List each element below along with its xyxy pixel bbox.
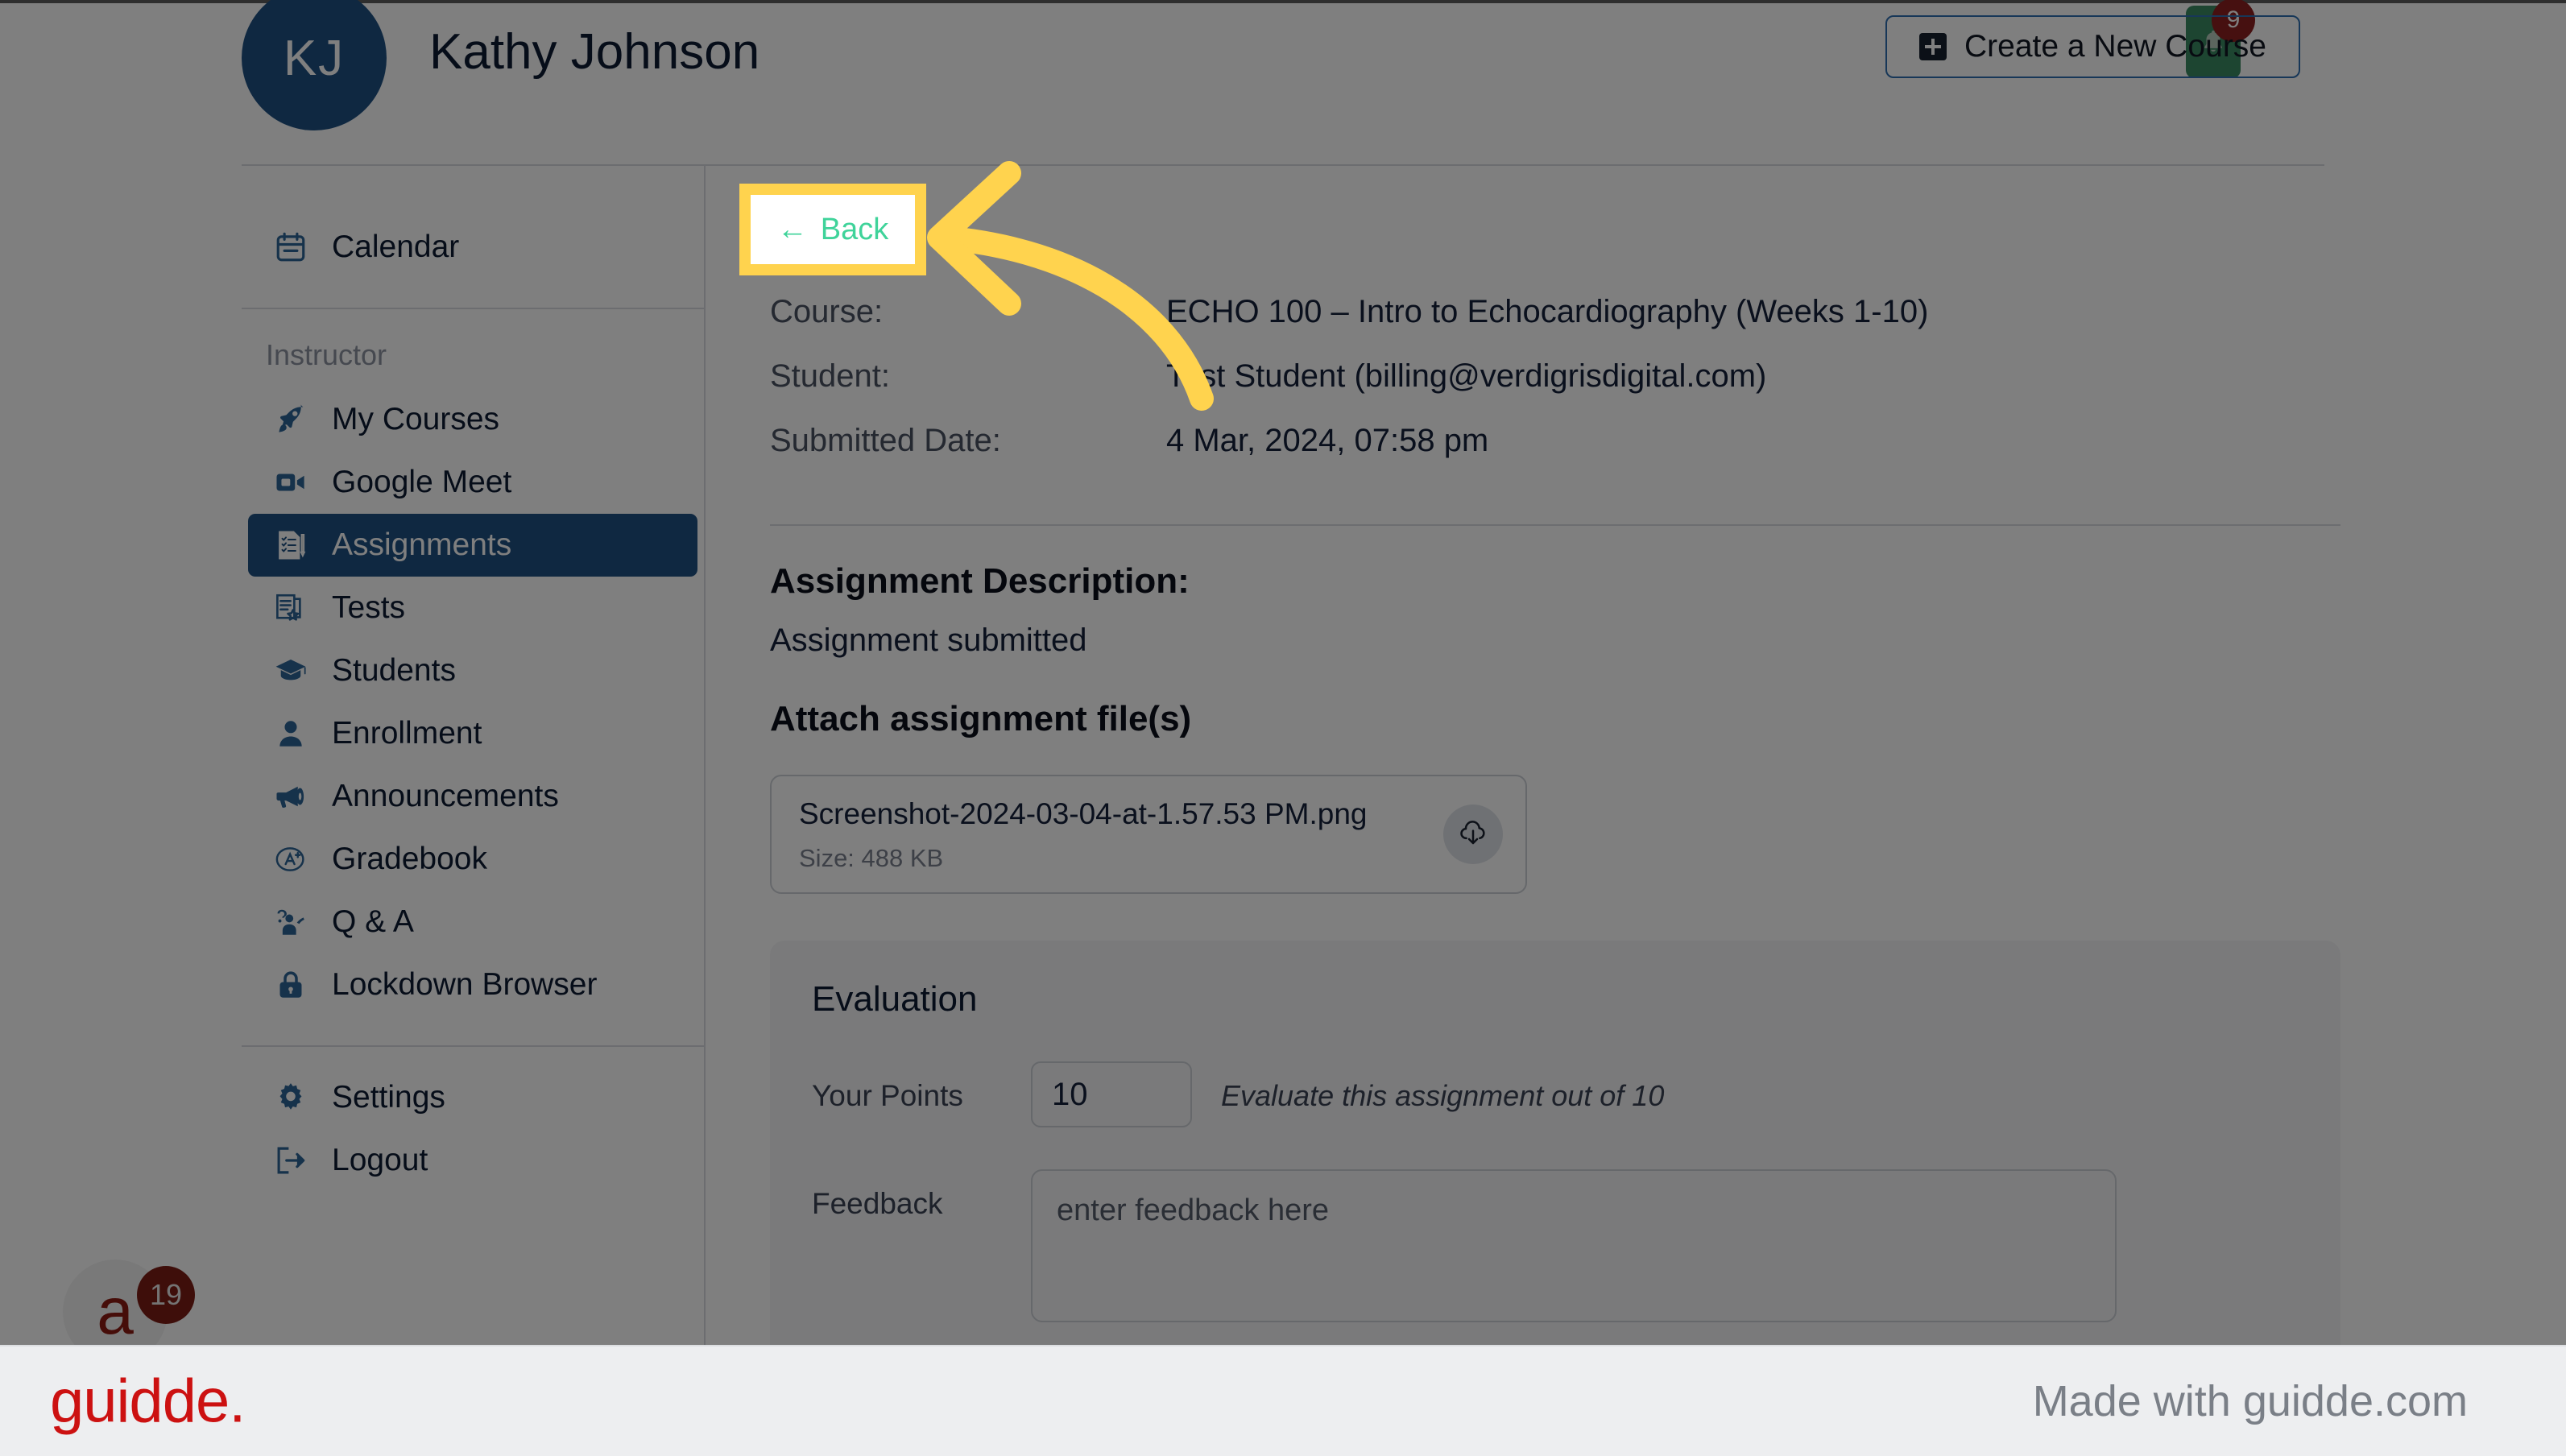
meta-label: Student: (770, 358, 891, 394)
logout-arrow-icon (272, 1142, 309, 1179)
points-hint: Evaluate this assignment out of 10 (1221, 1079, 1665, 1112)
gear-icon (272, 1079, 309, 1116)
your-points-label: Your Points (812, 1079, 963, 1112)
meta-row-course: Course: ECHO 100 – Intro to Echocardiogr… (770, 294, 2340, 358)
plus-square-icon (1919, 33, 1947, 60)
raised-hand-question-icon (272, 904, 309, 941)
sidebar-item-label: Settings (332, 1080, 445, 1115)
sidebar-item-gradebook[interactable]: Gradebook (248, 828, 697, 891)
a-plus-grade-icon (272, 841, 309, 878)
sidebar-group-label: Instructor (266, 338, 387, 371)
content-divider (770, 524, 2340, 526)
meta-label: Submitted Date: (770, 423, 1001, 458)
sidebar-item-q-and-a[interactable]: Q & A (248, 891, 697, 953)
rocket-icon (272, 401, 309, 438)
sidebar-divider-top (242, 308, 704, 309)
video-camera-icon (272, 464, 309, 501)
feedback-label: Feedback (812, 1187, 943, 1220)
app-header: KJ Kathy Johnson 9 Create a New Course (0, 0, 2566, 164)
meta-value: 4 Mar, 2024, 07:58 pm (1166, 423, 1489, 458)
create-new-course-button[interactable]: Create a New Course (1885, 15, 2300, 78)
evaluation-points-row: Your Points Evaluate this assignment out… (812, 1061, 2299, 1127)
sidebar-item-assignments[interactable]: Assignments (248, 514, 697, 577)
sidebar-item-students[interactable]: Students (248, 639, 697, 702)
meta-row-student: Student: Test Student (billing@verdigris… (770, 358, 2340, 423)
sidebar-item-settings[interactable]: Settings (248, 1066, 697, 1129)
lock-icon (272, 966, 309, 1003)
sidebar-item-label: Q & A (332, 904, 414, 939)
sidebar-item-label: Calendar (332, 230, 460, 264)
guidde-logo: guidde. (50, 1367, 246, 1436)
file-size: Size: 488 KB (799, 844, 944, 872)
submission-meta: Course: ECHO 100 – Intro to Echocardiogr… (770, 294, 2340, 487)
evaluation-title: Evaluation (812, 979, 978, 1019)
create-course-label: Create a New Course (1964, 29, 2266, 64)
assignment-description-text: Assignment submitted (770, 623, 1087, 658)
sidebar-item-enrollment[interactable]: Enrollment (248, 702, 697, 765)
guidde-footer-bar: guidde. Made with guidde.com (0, 1345, 2566, 1456)
app-surface: KJ Kathy Johnson 9 Create a New Course C… (0, 0, 2566, 1364)
sidebar-item-label: Gradebook (332, 842, 487, 876)
sidebar-item-logout[interactable]: Logout (248, 1129, 697, 1192)
megaphone-icon (272, 778, 309, 815)
test-paper-star-icon (272, 589, 309, 627)
sidebar-item-label: My Courses (332, 402, 500, 436)
sidebar-item-label: Students (332, 653, 456, 688)
sidebar-item-google-meet[interactable]: Google Meet (248, 451, 697, 514)
evaluation-card: Evaluation Your Points Evaluate this ass… (770, 941, 2340, 1361)
main-content: ← Back Course: ECHO 100 – Intro to Echoc… (707, 166, 2566, 1361)
download-file-button[interactable] (1443, 805, 1503, 864)
meta-value: Test Student (billing@verdigrisdigital.c… (1166, 358, 1767, 394)
file-name: Screenshot-2024-03-04-at-1.57.53 PM.png (799, 797, 1368, 830)
avatar[interactable]: KJ (242, 0, 387, 130)
cloud-download-icon (1457, 817, 1489, 852)
sidebar-item-label: Logout (332, 1143, 428, 1177)
evaluation-feedback-row: Feedback (812, 1169, 2299, 1322)
meta-value: ECHO 100 – Intro to Echocardiography (We… (1166, 294, 1929, 329)
page-title: Kathy Johnson (429, 24, 760, 80)
graduation-cap-icon (272, 652, 309, 689)
sidebar-item-my-courses[interactable]: My Courses (248, 388, 697, 451)
sidebar-item-label: Announcements (332, 779, 559, 813)
sidebar-item-label: Enrollment (332, 716, 482, 751)
sidebar-item-label: Google Meet (332, 465, 512, 499)
assignment-description-title: Assignment Description: (770, 561, 1190, 601)
made-with-guidde-text: Made with guidde.com (2032, 1377, 2468, 1425)
sidebar-item-label: Lockdown Browser (332, 967, 598, 1002)
checklist-document-icon (272, 527, 309, 564)
sidebar-item-calendar[interactable]: Calendar (248, 216, 697, 279)
person-icon (272, 715, 309, 752)
sidebar: Calendar Instructor My Courses Google Me… (242, 166, 706, 1348)
attached-file-card[interactable]: Screenshot-2024-03-04-at-1.57.53 PM.png … (770, 775, 1527, 894)
back-label: Back (841, 214, 913, 250)
back-button[interactable]: ← Back (770, 203, 933, 262)
sidebar-item-tests[interactable]: Tests (248, 577, 697, 639)
body-wrap: Calendar Instructor My Courses Google Me… (0, 164, 2566, 1361)
sidebar-item-announcements[interactable]: Announcements (248, 765, 697, 828)
points-input[interactable] (1031, 1061, 1192, 1127)
feedback-input[interactable] (1031, 1169, 2117, 1322)
arrow-left-icon: ← (791, 214, 823, 250)
meta-label: Course: (770, 294, 884, 329)
chat-widget-badge: 19 (137, 1266, 195, 1324)
sidebar-item-label: Assignments (332, 527, 512, 562)
meta-row-submitted-date: Submitted Date: 4 Mar, 2024, 07:58 pm (770, 423, 2340, 487)
sidebar-item-lockdown-browser[interactable]: Lockdown Browser (248, 953, 697, 1016)
attach-files-title: Attach assignment file(s) (770, 699, 1192, 738)
calendar-icon (272, 229, 309, 266)
sidebar-item-label: Tests (332, 590, 406, 625)
